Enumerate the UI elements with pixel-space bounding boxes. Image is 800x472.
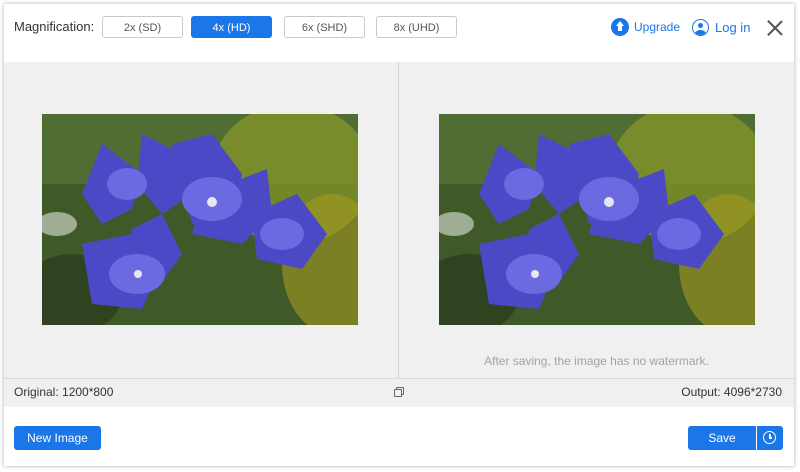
option-8x-button[interactable]: 8x (UHD) <box>376 16 457 38</box>
upgrade-link[interactable]: Upgrade <box>611 17 680 37</box>
clock-icon <box>763 431 776 444</box>
preview-area: After saving, the image has no watermark… <box>4 62 794 378</box>
header: Magnification: 2x (SD) 4x (HD) 6x (SHD) … <box>4 4 794 60</box>
info-bar: Original: 1200*800 Output: 4096*2730 <box>4 378 794 407</box>
option-2x-button[interactable]: 2x (SD) <box>102 16 183 38</box>
upscaled-image <box>439 114 755 325</box>
compare-icon[interactable] <box>394 387 404 397</box>
close-icon[interactable] <box>766 19 784 37</box>
original-image <box>42 114 358 325</box>
upgrade-arrow-icon <box>611 18 629 36</box>
login-label: Log in <box>715 19 751 35</box>
original-size-label: Original: 1200*800 <box>14 385 114 399</box>
option-6x-button[interactable]: 6x (SHD) <box>284 16 365 38</box>
login-link[interactable]: Log in <box>692 17 750 37</box>
user-icon <box>692 18 709 36</box>
flower-photo <box>42 114 358 325</box>
output-size-label: Output: 4096*2730 <box>681 385 782 399</box>
history-button[interactable] <box>757 426 783 450</box>
preview-divider <box>398 62 399 378</box>
watermark-note: After saving, the image has no watermark… <box>484 354 709 368</box>
new-image-button[interactable]: New Image <box>14 426 101 450</box>
flower-photo-upscaled <box>439 114 755 325</box>
footer: New Image Save <box>4 407 794 466</box>
option-4x-button[interactable]: 4x (HD) <box>191 16 272 38</box>
upgrade-label: Upgrade <box>634 20 681 34</box>
magnification-label: Magnification: <box>14 19 95 34</box>
image-upscaler-dialog: Magnification: 2x (SD) 4x (HD) 6x (SHD) … <box>4 4 794 466</box>
save-button[interactable]: Save <box>688 426 756 450</box>
